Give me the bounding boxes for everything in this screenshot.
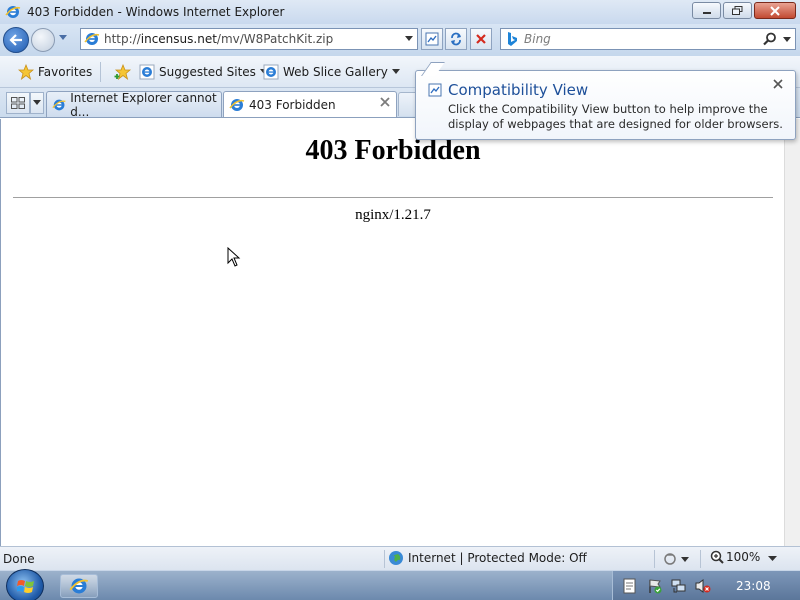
popup-close-icon[interactable] [773, 79, 783, 89]
tab-list-dropdown-icon [33, 100, 41, 105]
status-separator [700, 550, 701, 568]
page-security-icon[interactable] [663, 552, 689, 566]
close-window-button[interactable] [754, 2, 796, 19]
back-button[interactable] [3, 27, 29, 53]
tab-ie-cannot-display[interactable]: Internet Explorer cannot d... [46, 90, 222, 119]
tab-close-icon[interactable] [380, 97, 390, 107]
popup-body: Click the Compatibility View button to h… [448, 102, 783, 131]
divider [13, 197, 773, 198]
forward-button[interactable] [31, 28, 55, 52]
restore-button[interactable] [723, 2, 752, 19]
taskbar-internet-explorer-button[interactable] [60, 574, 98, 598]
close-icon [770, 5, 780, 16]
favorites-button[interactable]: Favorites [18, 62, 92, 82]
recent-pages-dropdown-icon[interactable] [58, 34, 68, 42]
volume-muted-icon[interactable] [695, 578, 711, 594]
start-button[interactable] [6, 569, 44, 600]
quick-tabs-button[interactable] [6, 92, 30, 114]
favorites-star-icon [18, 64, 34, 80]
refresh-button[interactable] [445, 28, 467, 50]
zoom-level: 100% [726, 550, 761, 564]
globe-icon [389, 551, 403, 565]
zoom-icon [710, 550, 724, 564]
status-bar: Done Internet | Protected Mode: Off 100% [0, 546, 800, 570]
security-zone[interactable]: Internet | Protected Mode: Off [388, 550, 587, 566]
suggested-sites-ie-icon [139, 64, 155, 80]
search-icon[interactable] [763, 32, 777, 46]
navigation-bar: http://incensus.net/mv/W8PatchKit.zip Bi… [0, 24, 800, 56]
search-options-dropdown-icon[interactable] [783, 37, 791, 43]
add-to-favorites-bar-button[interactable] [114, 62, 132, 82]
zoom-control[interactable]: 100% [710, 550, 760, 564]
search-placeholder: Bing [524, 32, 551, 46]
taskbar: 23:08 [0, 569, 800, 600]
window-title: 403 Forbidden - Windows Internet Explore… [27, 5, 285, 19]
vertical-scrollbar[interactable] [784, 119, 800, 546]
restore-icon [732, 6, 743, 15]
add-favorite-icon [114, 64, 132, 80]
stop-button[interactable] [470, 28, 492, 50]
document-tray-icon[interactable] [623, 578, 637, 594]
action-center-flag-icon[interactable] [647, 578, 663, 594]
search-box[interactable]: Bing [500, 28, 796, 50]
compatibility-view-button[interactable] [421, 28, 443, 50]
network-icon[interactable] [671, 578, 687, 594]
refresh-icon [451, 32, 461, 46]
back-arrow-icon [9, 34, 22, 46]
clock[interactable]: 23:08 [736, 579, 771, 593]
internet-explorer-icon [5, 6, 21, 18]
address-bar[interactable]: http://incensus.net/mv/W8PatchKit.zip [80, 28, 418, 50]
tab-list-button[interactable] [30, 92, 44, 114]
windows-logo-icon [17, 580, 34, 593]
web-slice-gallery-button[interactable]: Web Slice Gallery [263, 62, 400, 82]
tab-ie-icon [52, 99, 66, 110]
popup-title: Compatibility View [448, 81, 589, 99]
tab-403-forbidden[interactable]: 403 Forbidden [223, 91, 397, 117]
suggested-sites-button[interactable]: Suggested Sites [139, 62, 268, 82]
window-controls [692, 2, 796, 19]
compatibility-view-icon [428, 83, 442, 97]
page-content: 403 Forbidden nginx/1.21.7 [0, 119, 784, 546]
minimize-button[interactable] [692, 2, 721, 19]
stop-icon [476, 34, 486, 44]
web-slice-ie-icon [263, 64, 279, 80]
tab-label: 403 Forbidden [249, 97, 336, 112]
zoom-dropdown-icon[interactable] [768, 556, 777, 562]
bing-icon [508, 32, 517, 46]
compatibility-view-popup: Compatibility View Click the Compatibili… [415, 62, 796, 140]
address-dropdown-icon[interactable] [404, 33, 414, 43]
page-icon [84, 33, 100, 45]
security-zone-label: Internet | Protected Mode: Off [408, 551, 587, 565]
server-signature: nginx/1.21.7 [355, 207, 431, 223]
quick-tabs-icon [11, 97, 25, 109]
web-slice-dropdown-icon [391, 69, 400, 74]
suggested-sites-label: Suggested Sites [159, 65, 256, 79]
tab-ie-icon [229, 98, 245, 111]
system-tray [612, 571, 800, 600]
address-url: http://incensus.net/mv/W8PatchKit.zip [104, 32, 334, 46]
mouse-cursor-icon [227, 247, 241, 267]
minimize-icon [702, 11, 711, 14]
status-text: Done [3, 552, 35, 566]
title-bar: 403 Forbidden - Windows Internet Explore… [0, 0, 800, 24]
favorites-separator [100, 62, 101, 82]
status-separator [384, 550, 385, 568]
web-slice-gallery-label: Web Slice Gallery [283, 65, 388, 79]
tab-label: Internet Explorer cannot d... [70, 90, 217, 119]
favorites-label: Favorites [38, 65, 93, 79]
compatibility-view-icon [425, 32, 439, 46]
internet-explorer-icon [69, 578, 89, 594]
status-separator [654, 550, 655, 568]
